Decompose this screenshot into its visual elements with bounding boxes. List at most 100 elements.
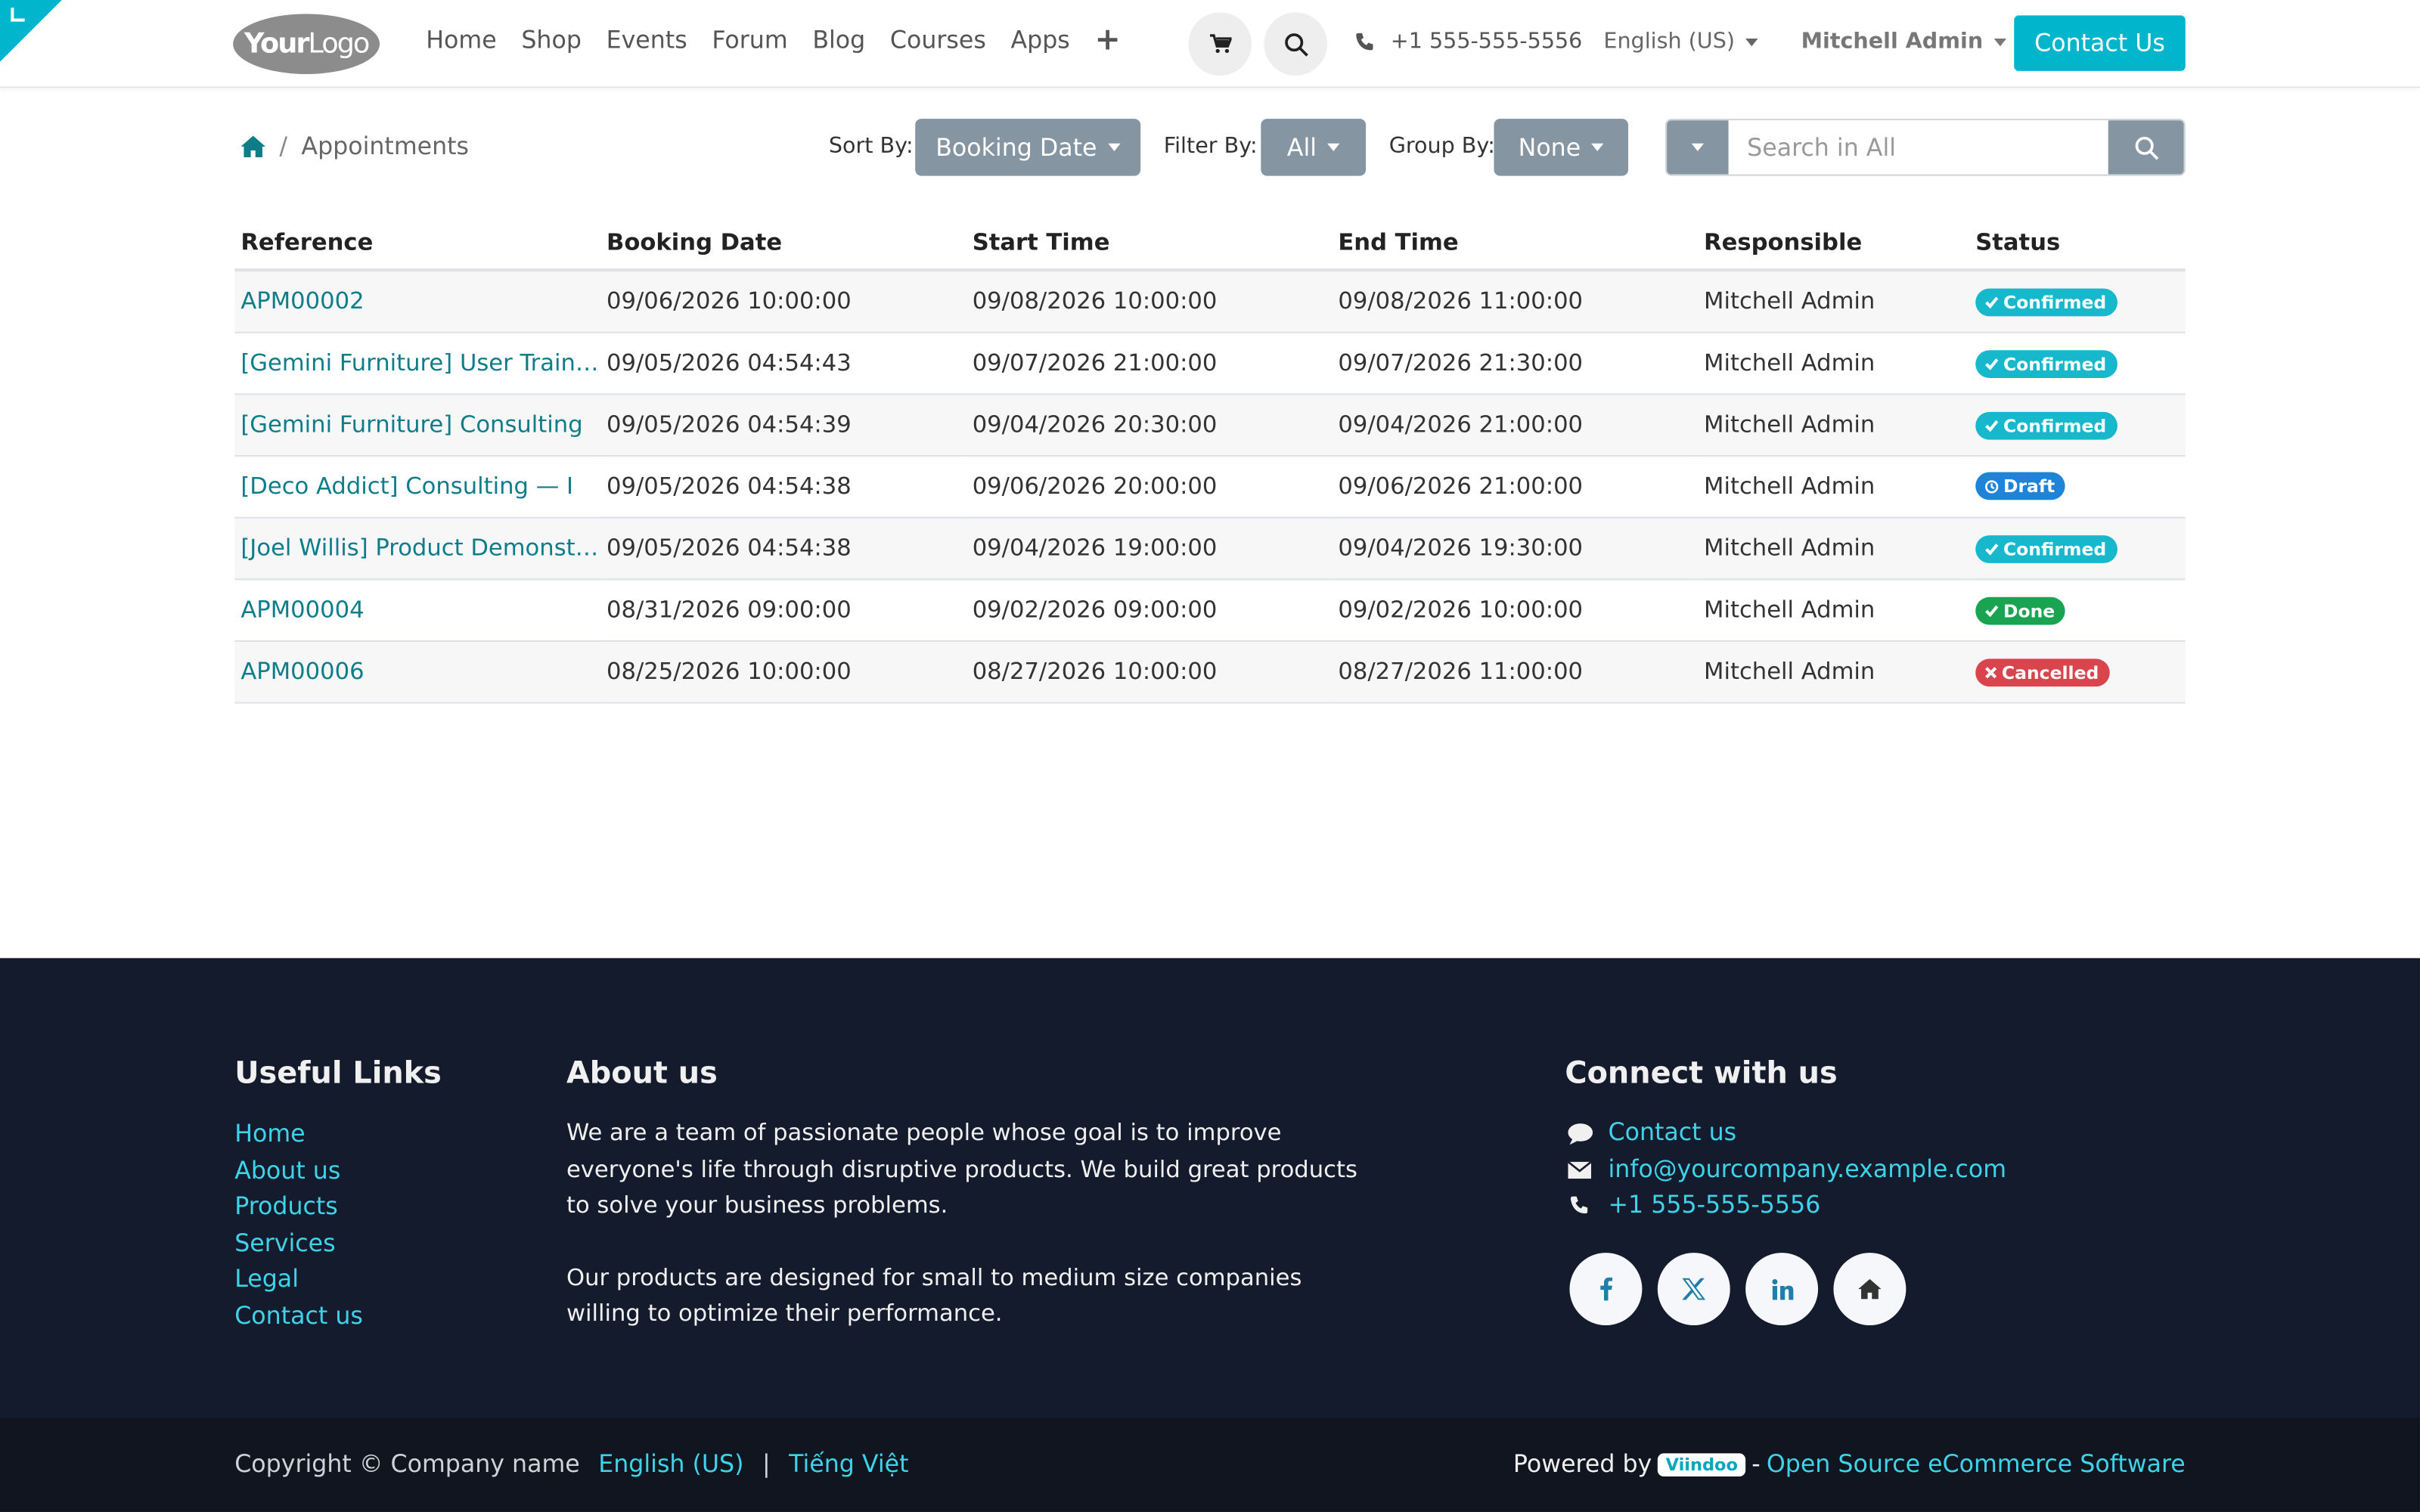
booking-date-cell: 09/05/2026 04:54:38	[600, 516, 966, 580]
column-header[interactable]: Responsible	[1697, 215, 1970, 272]
responsible-cell: Mitchell Admin	[1697, 516, 1970, 580]
end-time-cell: 09/07/2026 21:30:00	[1332, 331, 1698, 395]
x-twitter-button[interactable]	[1657, 1253, 1730, 1326]
search-scope-dropdown[interactable]	[1667, 120, 1729, 175]
powered-by-link[interactable]: Open Source eCommerce Software	[1767, 1450, 2186, 1478]
footer-link-contact[interactable]: Contact us	[234, 1299, 363, 1335]
nav-shop[interactable]: Shop	[521, 26, 582, 57]
table-row[interactable]: APM00002 09/06/2026 10:00:00 09/08/2026 10…	[234, 270, 2186, 333]
add-menu-icon[interactable]: +	[1094, 20, 1120, 57]
nav-home[interactable]: Home	[426, 26, 496, 57]
footer-link-home[interactable]: Home	[234, 1117, 363, 1154]
column-header[interactable]: End Time	[1332, 215, 1698, 272]
status-label: Confirmed	[2003, 538, 2107, 559]
status-badge: Confirmed	[1975, 411, 2118, 439]
reference-cell[interactable]: APM00006	[234, 640, 600, 703]
status-badge: Confirmed	[1975, 534, 2118, 562]
status-cell: Confirmed	[1969, 270, 2186, 333]
group-by-dropdown[interactable]: None	[1494, 119, 1629, 176]
connect-phone-link[interactable]: +1 555-555-5556	[1609, 1188, 1821, 1225]
group-by-label: Group By:	[1388, 134, 1495, 160]
reference-cell[interactable]: [Joel Willis] Product Demonstration	[234, 516, 600, 580]
table-header-row: Reference Booking Date Start Time End Ti…	[234, 215, 2186, 272]
breadcrumb: / Appointments	[240, 132, 469, 161]
start-time-cell: 08/27/2026 10:00:00	[966, 640, 1333, 703]
facebook-button[interactable]	[1569, 1253, 1643, 1326]
end-time-cell: 09/04/2026 19:30:00	[1332, 516, 1698, 580]
table-row[interactable]: [Joel Willis] Product Demonstration09/05…	[234, 516, 2186, 580]
filter-by-dropdown[interactable]: All	[1261, 119, 1367, 176]
check-icon	[1985, 358, 1999, 370]
start-time-cell: 09/07/2026 21:00:00	[966, 331, 1333, 395]
connect-list: Contact us info@yourcompany.example.com …	[1566, 1115, 2006, 1224]
sort-by-value: Booking Date	[935, 133, 1097, 162]
sort-by-dropdown[interactable]: Booking Date	[915, 119, 1141, 176]
nav-apps[interactable]: Apps	[1011, 26, 1070, 57]
check-icon	[1985, 296, 1999, 308]
search-submit-button[interactable]	[2108, 120, 2184, 175]
responsible-cell: Mitchell Admin	[1697, 640, 1970, 703]
nav-courses[interactable]: Courses	[890, 26, 986, 57]
reference-cell[interactable]: [Gemini Furniture] User Training	[234, 331, 600, 395]
search-input[interactable]	[1728, 120, 2108, 175]
column-header[interactable]: Reference	[234, 215, 600, 272]
phone-icon	[1356, 32, 1373, 50]
header-search-button[interactable]	[1264, 12, 1328, 76]
viindoo-logo[interactable]: Viindoo	[1658, 1452, 1746, 1476]
table-row[interactable]: [Gemini Furniture] User Training 09/05/20…	[234, 331, 2186, 395]
reference-cell[interactable]: [Deco Addict] Consulting — I	[234, 455, 600, 518]
cart-button[interactable]	[1188, 12, 1252, 76]
about-paragraph: Our products are designed for small to m…	[566, 1263, 1302, 1328]
status-label: Done	[2003, 599, 2055, 621]
filter-by-value: All	[1286, 133, 1317, 162]
user-menu-dropdown[interactable]: Mitchell Admin	[1801, 29, 2006, 54]
status-label: Cancelled	[2001, 661, 2099, 683]
check-icon	[1985, 604, 1999, 617]
start-time-cell: 09/04/2026 19:00:00	[966, 516, 1333, 580]
table-row[interactable]: APM00006 08/25/2026 10:00:00 08/27/2026 10…	[234, 640, 2186, 703]
booking-date-cell: 08/31/2026 09:00:00	[600, 578, 966, 641]
language-vietnamese-link[interactable]: Tiếng Việt	[789, 1450, 908, 1478]
chevron-down-icon	[1107, 143, 1121, 151]
language-dropdown[interactable]: English (US)	[1603, 29, 1758, 54]
about-us-heading: About us	[566, 1055, 718, 1091]
times-icon	[1985, 666, 1997, 678]
footer-link-services[interactable]: Services	[234, 1226, 363, 1263]
language-separator: |	[762, 1450, 771, 1479]
facebook-icon	[1600, 1277, 1613, 1301]
table-row[interactable]: [Gemini Furniture] Consulting 09/05/2026 …	[234, 393, 2186, 457]
nav-blog[interactable]: Blog	[812, 26, 865, 57]
table-row[interactable]: [Deco Addict] Consulting — I 09/05/2026 0…	[234, 455, 2186, 518]
company-logo[interactable]: Your Logo	[233, 14, 380, 74]
reference-cell[interactable]: [Gemini Furniture] Consulting	[234, 393, 600, 457]
home-icon[interactable]	[240, 135, 266, 158]
status-badge: Cancelled	[1975, 658, 2110, 686]
connect-contact-link[interactable]: Contact us	[1609, 1115, 1737, 1151]
contact-us-button[interactable]: Contact Us	[2014, 15, 2186, 71]
nav-forum[interactable]: Forum	[712, 26, 787, 57]
home-icon	[1858, 1278, 1882, 1300]
reference-cell[interactable]: APM00004	[234, 578, 600, 641]
website-home-button[interactable]	[1833, 1253, 1907, 1326]
page-root: Your Logo Home Shop Events Forum Blog Cou…	[0, 0, 2420, 1512]
breadcrumb-separator: /	[279, 132, 288, 161]
search-bar	[1665, 119, 2186, 176]
end-time-cell: 09/02/2026 10:00:00	[1332, 578, 1698, 641]
responsible-cell: Mitchell Admin	[1697, 455, 1970, 518]
footer-link-legal[interactable]: Legal	[234, 1263, 363, 1299]
footer-link-about[interactable]: About us	[234, 1154, 363, 1190]
header-phone[interactable]: +1 555-555-5556	[1355, 29, 1582, 54]
table-row[interactable]: APM00004 08/31/2026 09:00:00 09/02/2026 09…	[234, 578, 2186, 641]
linkedin-button[interactable]	[1745, 1253, 1819, 1326]
start-time-cell: 09/04/2026 20:30:00	[966, 393, 1333, 457]
column-header[interactable]: Status	[1969, 215, 2186, 272]
nav-events[interactable]: Events	[607, 26, 687, 57]
column-header[interactable]: Booking Date	[600, 215, 966, 272]
language-english-link[interactable]: English (US)	[598, 1450, 743, 1478]
comment-icon	[1567, 1123, 1593, 1145]
column-header[interactable]: Start Time	[966, 215, 1333, 272]
reference-cell[interactable]: APM00002	[234, 270, 600, 333]
status-label: Confirmed	[2003, 352, 2107, 374]
footer-link-products[interactable]: Products	[234, 1190, 363, 1226]
connect-email-link[interactable]: info@yourcompany.example.com	[1609, 1152, 2006, 1188]
